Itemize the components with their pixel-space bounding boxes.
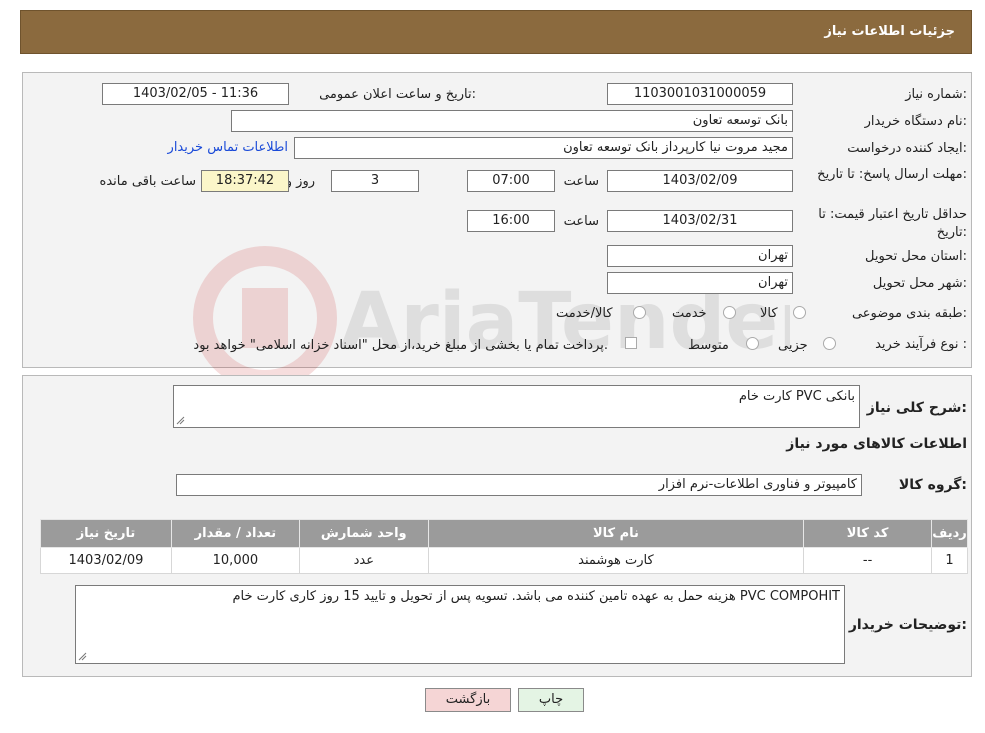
col-unit-header: واحد شمارش: [298, 519, 429, 548]
cell-date: 1403/02/09: [40, 547, 172, 574]
city-field: تهران: [607, 272, 793, 294]
province-field: تهران: [607, 245, 793, 267]
cell-name: کارت هوشمند: [427, 547, 805, 574]
need-number-field: 1103001031000059: [607, 83, 793, 105]
buyer-notes-label: توضیحات خریدار:: [848, 617, 967, 633]
category-goods-service-label: کالا/خدمت: [556, 306, 613, 321]
price-time-label: ساعت: [563, 214, 599, 229]
days-field: 3: [331, 170, 419, 192]
reply-deadline-time-field: 07:00: [467, 170, 555, 192]
page-title: جزئیات اطلاعات نیاز: [824, 24, 955, 39]
purchase-type-medium-label: متوسط: [688, 338, 729, 353]
buyer-org-field: بانک توسعه تعاون: [231, 110, 793, 132]
goods-table: ردیف کد کالا نام کالا واحد شمارش تعداد /…: [40, 519, 968, 574]
description-text: کارت خام PVC بانکی: [738, 389, 855, 404]
buyer-notes-text: هزینه حمل به عهده تامین کننده می باشد. ت…: [232, 589, 841, 604]
col-name-header: نام کالا: [427, 519, 805, 548]
purchase-type-medium-radio[interactable]: [746, 337, 759, 350]
price-validity-date-field: 1403/02/31: [607, 210, 793, 232]
requester-label: ایجاد کننده درخواست:: [847, 141, 967, 156]
col-date-header: تاریخ نیاز: [40, 519, 172, 548]
col-row-header: ردیف: [931, 519, 968, 548]
category-goods-service-radio[interactable]: [633, 306, 646, 319]
reply-deadline-label: مهلت ارسال پاسخ: تا تاریخ:: [817, 167, 967, 182]
category-service-radio[interactable]: [723, 306, 736, 319]
province-label: استان محل تحویل:: [865, 249, 967, 264]
print-button[interactable]: چاپ: [518, 688, 584, 712]
price-validity-time-field: 16:00: [467, 210, 555, 232]
cell-unit: عدد: [298, 547, 429, 574]
price-validity-label: حداقل تاریخ اعتبار قیمت: تا تاریخ:: [818, 207, 967, 240]
cell-row: 1: [931, 547, 968, 574]
buyer-notes-textarea[interactable]: هزینه حمل به عهده تامین کننده می باشد. ت…: [75, 585, 845, 664]
resize-grip-icon[interactable]: [78, 652, 87, 661]
table-header-row: ردیف کد کالا نام کالا واحد شمارش تعداد /…: [40, 519, 968, 548]
col-quantity-header: تعداد / مقدار: [170, 519, 300, 548]
goods-info-title: اطلاعات کالاهای مورد نیاز: [786, 436, 967, 452]
treasury-bonds-checkbox[interactable]: [625, 337, 637, 349]
announce-datetime-field: 1403/02/05 - 11:36: [102, 83, 289, 105]
description-textarea[interactable]: کارت خام PVC بانکی: [173, 385, 860, 428]
goods-group-field: کامپیوتر و فناوری اطلاعات-نرم افزار: [176, 474, 862, 496]
requester-field: مجید مروت نیا کارپرداز بانک توسعه تعاون: [294, 137, 793, 159]
category-goods-radio[interactable]: [793, 306, 806, 319]
category-label: طبقه بندی موضوعی:: [851, 306, 967, 321]
category-goods-label: کالا: [760, 306, 778, 321]
need-number-label: شماره نیاز:: [905, 87, 967, 102]
remaining-time-field: 18:37:42: [201, 170, 289, 192]
cell-quantity: 10,000: [170, 547, 300, 574]
col-code-header: کد کالا: [803, 519, 933, 548]
category-service-label: خدمت: [672, 306, 707, 321]
goods-group-label: گروه کالا:: [898, 477, 967, 493]
purchase-type-minor-radio[interactable]: [823, 337, 836, 350]
page-header: جزئیات اطلاعات نیاز: [20, 10, 972, 54]
payment-note: پرداخت تمام یا بخشی از مبلغ خرید،از محل …: [193, 338, 608, 353]
cell-code: --: [803, 547, 933, 574]
resize-grip-icon[interactable]: [176, 416, 185, 425]
description-label: شرح کلی نیاز:: [866, 400, 967, 416]
purchase-type-label: نوع فرآیند خرید :: [875, 337, 967, 352]
table-row: 1 -- کارت هوشمند عدد 10,000 1403/02/09: [40, 547, 968, 574]
purchase-type-minor-label: جزیی: [778, 338, 808, 353]
buyer-org-label: نام دستگاه خریدار:: [864, 114, 967, 129]
reply-deadline-date-field: 1403/02/09: [607, 170, 793, 192]
announce-datetime-label: تاریخ و ساعت اعلان عمومی:: [319, 87, 476, 102]
days-label: روز و: [285, 174, 315, 189]
remaining-time-label: ساعت باقی مانده: [99, 174, 196, 189]
city-label: شهر محل تحویل:: [872, 276, 967, 291]
buyer-contact-link[interactable]: اطلاعات تماس خریدار: [168, 140, 288, 155]
back-button[interactable]: بازگشت: [425, 688, 511, 712]
reply-time-label: ساعت: [563, 174, 599, 189]
